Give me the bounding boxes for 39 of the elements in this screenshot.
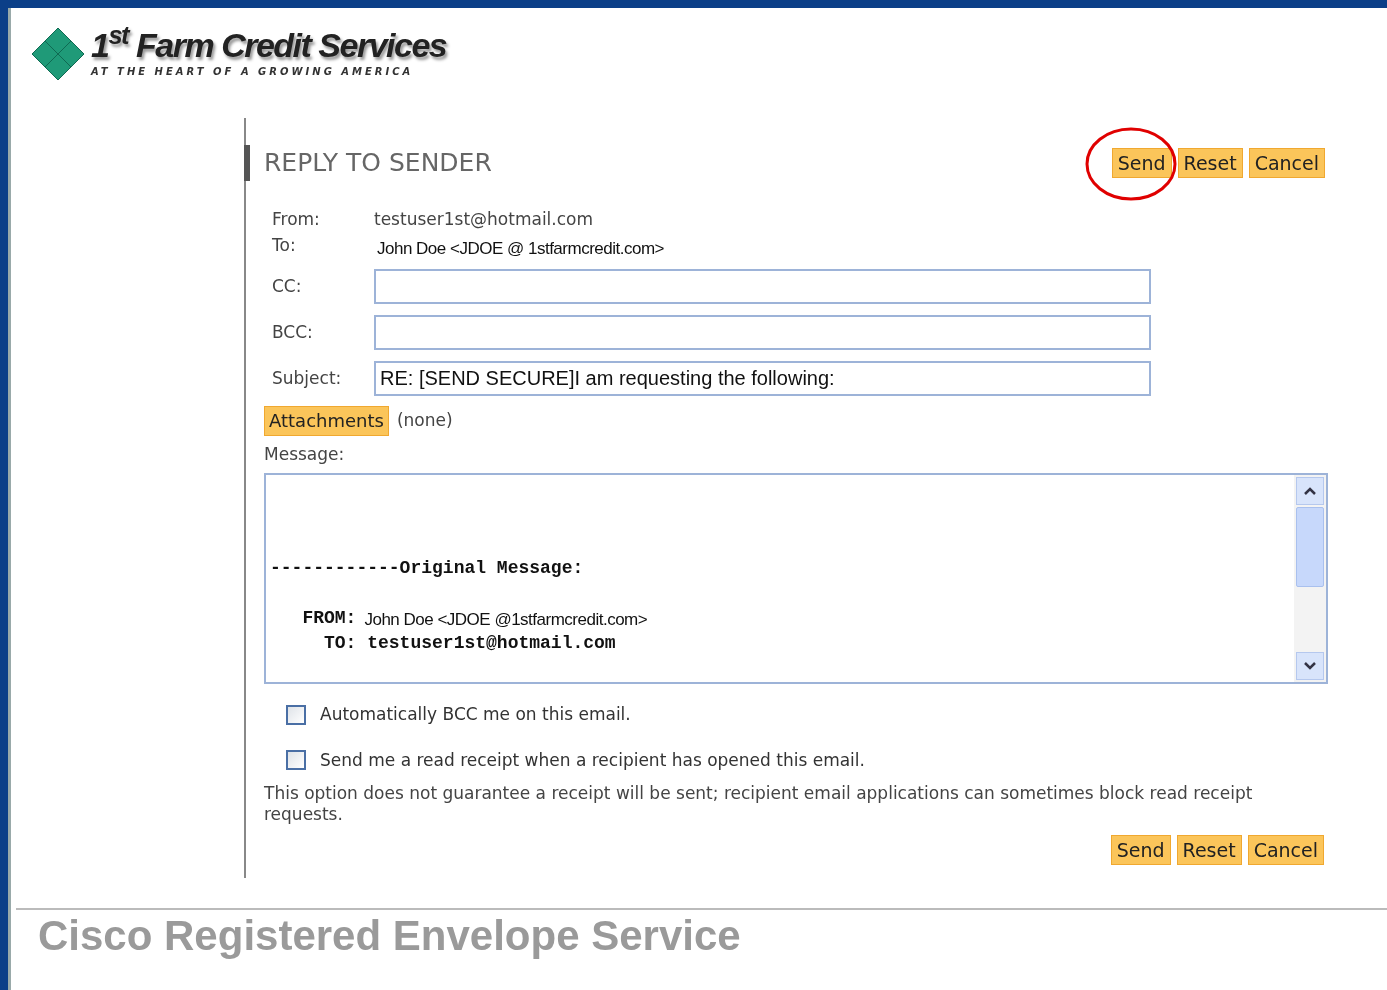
- action-button[interactable]: Reset: [1176, 835, 1242, 865]
- scroll-up-icon[interactable]: [1296, 477, 1324, 505]
- message-field[interactable]: ------------Original Message: FROM: John Doe <JDOE @1stfarmcredit.com> TO: testuser1st@hotmail.com: [264, 473, 1328, 684]
- action-button[interactable]: Cancel: [1247, 835, 1324, 865]
- leaf-logo-icon: [31, 26, 85, 82]
- field-label: Message:: [264, 442, 346, 466]
- action-button[interactable]: Reset: [1177, 147, 1243, 178]
- logo-name: 1$^{st}$ Farm Credit Services: [91, 26, 447, 64]
- receipt-note: This option does not guarantee a receipt will be sent; recipient email applications can sometimes block read receipt requests.: [264, 783, 1254, 825]
- recipient-address: John Doe <JDOE @ 1stfarmcredit.com>: [377, 237, 664, 260]
- message-line: FROM:: [301, 607, 357, 630]
- action-button[interactable]: Send: [1110, 835, 1171, 865]
- checkbox[interactable]: [286, 750, 306, 771]
- sender-address: testuser1st@hotmail.com: [374, 207, 594, 231]
- message-line: ------------Original Message:: [270, 557, 584, 580]
- page-heading: REPLY TO SENDER: [264, 147, 492, 179]
- message-line: John Doe <JDOE @1stfarmcredit.com>: [364, 608, 648, 631]
- scroll-thumb[interactable]: [1296, 507, 1324, 587]
- attachments-button[interactable]: Attachments: [264, 405, 389, 436]
- scrollbar[interactable]: [1294, 475, 1326, 682]
- field-label: To:: [272, 233, 297, 257]
- action-button[interactable]: Send: [1111, 147, 1172, 178]
- field-label: Subject:: [272, 366, 343, 390]
- text-field[interactable]: [374, 315, 1151, 350]
- field-label: CC:: [272, 274, 303, 298]
- checkbox-label: Automatically BCC me on this email.: [320, 703, 631, 726]
- text-field[interactable]: [374, 269, 1151, 304]
- footer-title: Cisco Registered Envelope Service: [38, 912, 741, 959]
- attachments-value: (none): [396, 408, 453, 432]
- action-button[interactable]: Cancel: [1248, 147, 1325, 178]
- field-label: From:: [272, 207, 321, 231]
- text-field[interactable]: RE: [SEND SECURE]I am requesting the following:: [374, 361, 1151, 396]
- heading-bar: [244, 144, 250, 181]
- message-line: TO: testuser1st@hotmail.com: [323, 632, 616, 655]
- checkbox[interactable]: [286, 704, 306, 725]
- scroll-down-icon[interactable]: [1296, 652, 1324, 680]
- field-label: BCC:: [272, 320, 314, 344]
- checkbox-label: Send me a read receipt when a recipient has opened this email.: [320, 748, 865, 772]
- logo-tagline: AT THE HEART OF A GROWING AMERICA: [91, 65, 415, 79]
